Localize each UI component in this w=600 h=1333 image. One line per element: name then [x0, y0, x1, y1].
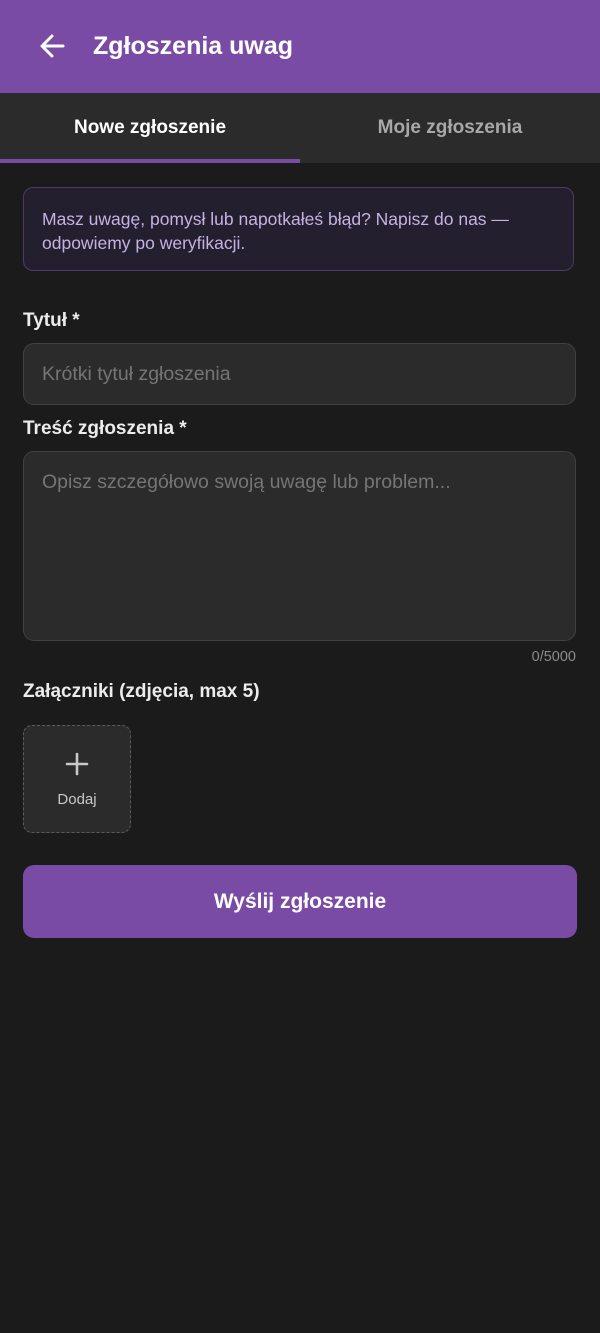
character-counter: 0/5000 — [531, 649, 576, 665]
add-attachment-button[interactable]: Dodaj — [23, 725, 131, 833]
active-tab-indicator — [0, 159, 300, 163]
back-button[interactable] — [36, 28, 68, 64]
app-bar: Zgłoszenia uwag — [0, 0, 600, 93]
title-input[interactable] — [23, 343, 576, 405]
info-banner: Masz uwagę, pomysł lub napotkałeś błąd? … — [23, 187, 574, 271]
tab-my-reports[interactable]: Moje zgłoszenia — [300, 93, 600, 163]
arrow-left-icon — [40, 34, 65, 58]
submit-label: Wyślij zgłoszenie — [213, 889, 387, 913]
add-attachment-label: Dodaj — [57, 791, 97, 808]
body-label: Treść zgłoszenia * — [23, 418, 187, 439]
plus-icon — [24, 752, 130, 776]
tab-bar: Nowe zgłoszenie Moje zgłoszenia — [0, 93, 600, 163]
tab-new-report[interactable]: Nowe zgłoszenie — [0, 93, 300, 163]
submit-button[interactable]: Wyślij zgłoszenie — [23, 865, 577, 938]
tab-label: Nowe zgłoszenie — [73, 117, 227, 138]
tab-label: Moje zgłoszenia — [377, 117, 523, 138]
page-title: Zgłoszenia uwag — [93, 32, 294, 60]
attachments-label: Załączniki (zdjęcia, max 5) — [23, 681, 260, 702]
info-text: Masz uwagę, pomysł lub napotkałeś błąd? … — [42, 209, 509, 253]
title-label: Tytuł * — [23, 310, 80, 331]
body-textarea[interactable] — [23, 451, 576, 641]
